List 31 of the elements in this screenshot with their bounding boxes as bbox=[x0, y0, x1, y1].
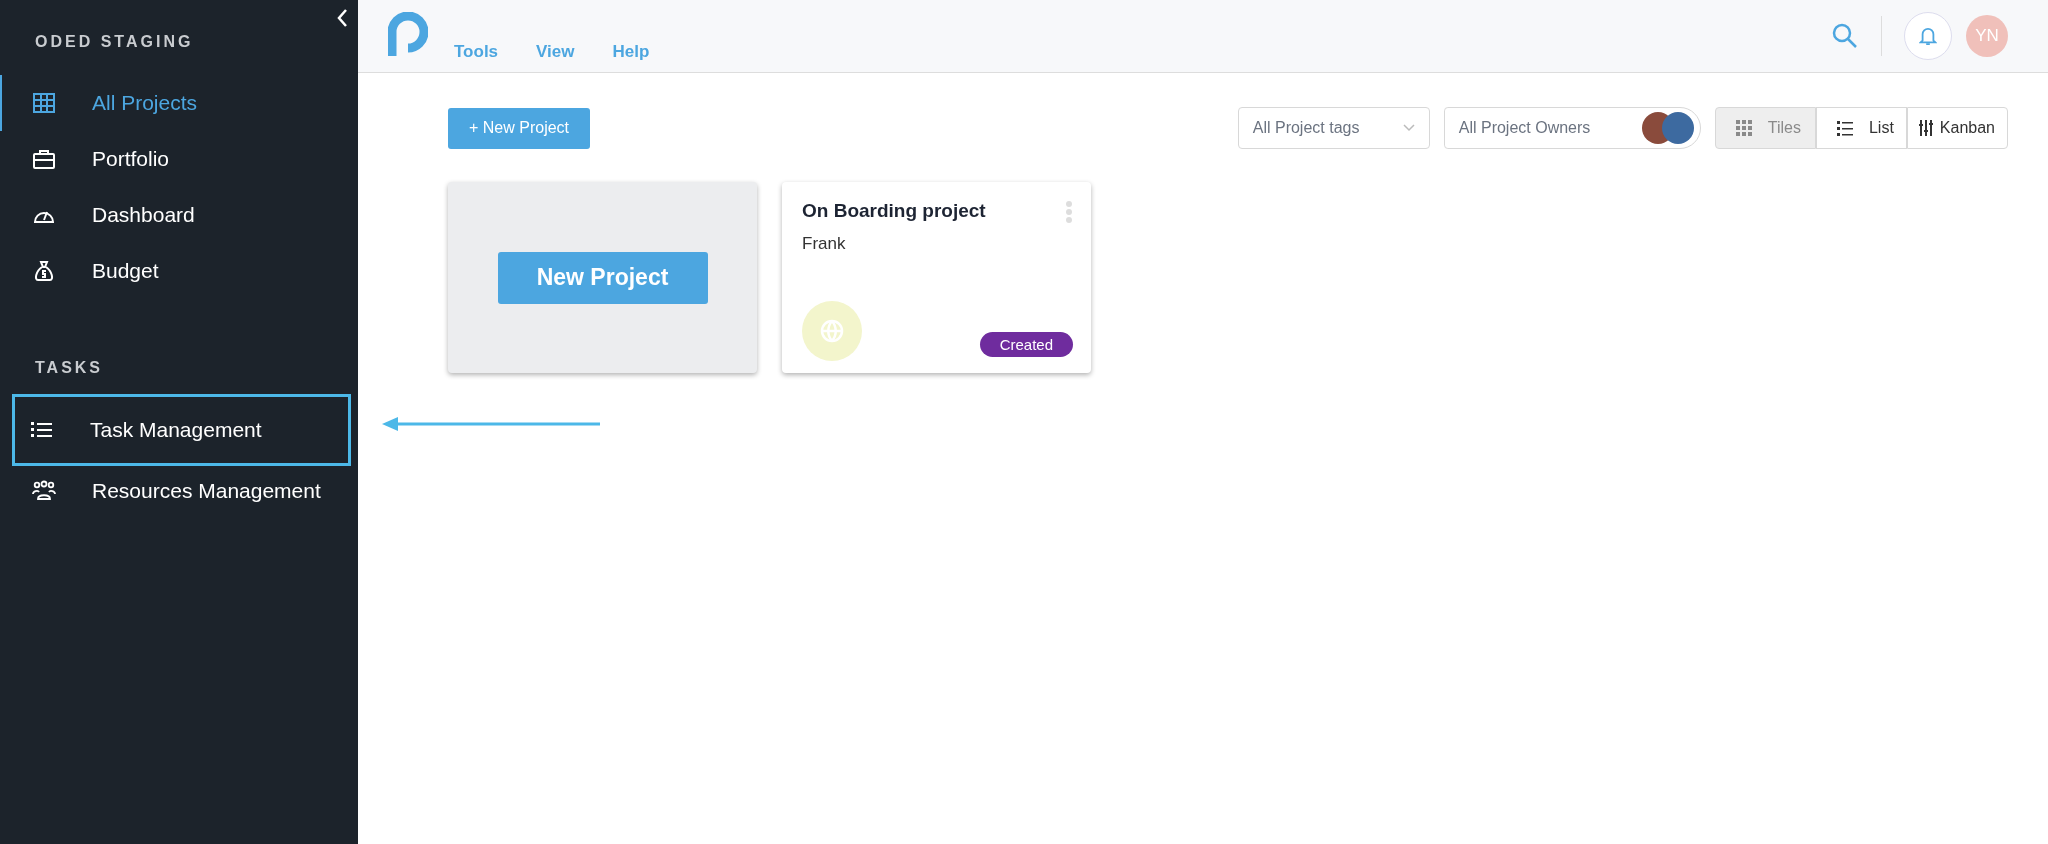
view-toggle[interactable]: List bbox=[1815, 107, 1907, 149]
logo-icon bbox=[388, 12, 428, 58]
chevron-left-icon[interactable] bbox=[336, 8, 348, 28]
globe-icon bbox=[802, 301, 862, 361]
sidebar-item[interactable]: Portfolio bbox=[0, 131, 358, 187]
grid-icon bbox=[1735, 120, 1752, 136]
list-icon bbox=[1836, 120, 1853, 136]
briefcase-icon bbox=[32, 147, 56, 171]
view-toggle[interactable]: Kanban bbox=[1906, 107, 2008, 149]
section-heading: ODED STAGING bbox=[35, 33, 195, 51]
money-bag-icon bbox=[32, 259, 56, 283]
sidebar-item[interactable]: Budget bbox=[0, 243, 358, 299]
sliders-icon bbox=[1917, 120, 1934, 136]
project-card[interactable]: On Boarding project Frank Created bbox=[782, 182, 1091, 373]
chevron-down-icon bbox=[1402, 124, 1415, 132]
notifications-button[interactable] bbox=[1904, 12, 1952, 60]
sidebar-item[interactable]: Task Management bbox=[15, 397, 348, 463]
view-toggle[interactable]: Tiles bbox=[1714, 107, 1816, 149]
people-icon bbox=[32, 479, 56, 503]
bell-icon bbox=[1919, 26, 1937, 46]
tags-dropdown[interactable]: All Project tags bbox=[1237, 107, 1430, 149]
section-heading: TASKS bbox=[35, 359, 105, 377]
project-owner: Frank bbox=[802, 234, 847, 254]
status-badge: Created bbox=[979, 332, 1073, 357]
search-icon[interactable] bbox=[1831, 22, 1859, 50]
avatar-placeholder bbox=[1661, 112, 1694, 144]
more-options-icon[interactable] bbox=[1065, 200, 1073, 224]
project-title: On Boarding project bbox=[802, 200, 986, 222]
sidebar-item[interactable]: Resources Management bbox=[0, 463, 358, 519]
sidebar-item[interactable]: Dashboard bbox=[0, 187, 358, 243]
grid-icon bbox=[32, 91, 56, 115]
